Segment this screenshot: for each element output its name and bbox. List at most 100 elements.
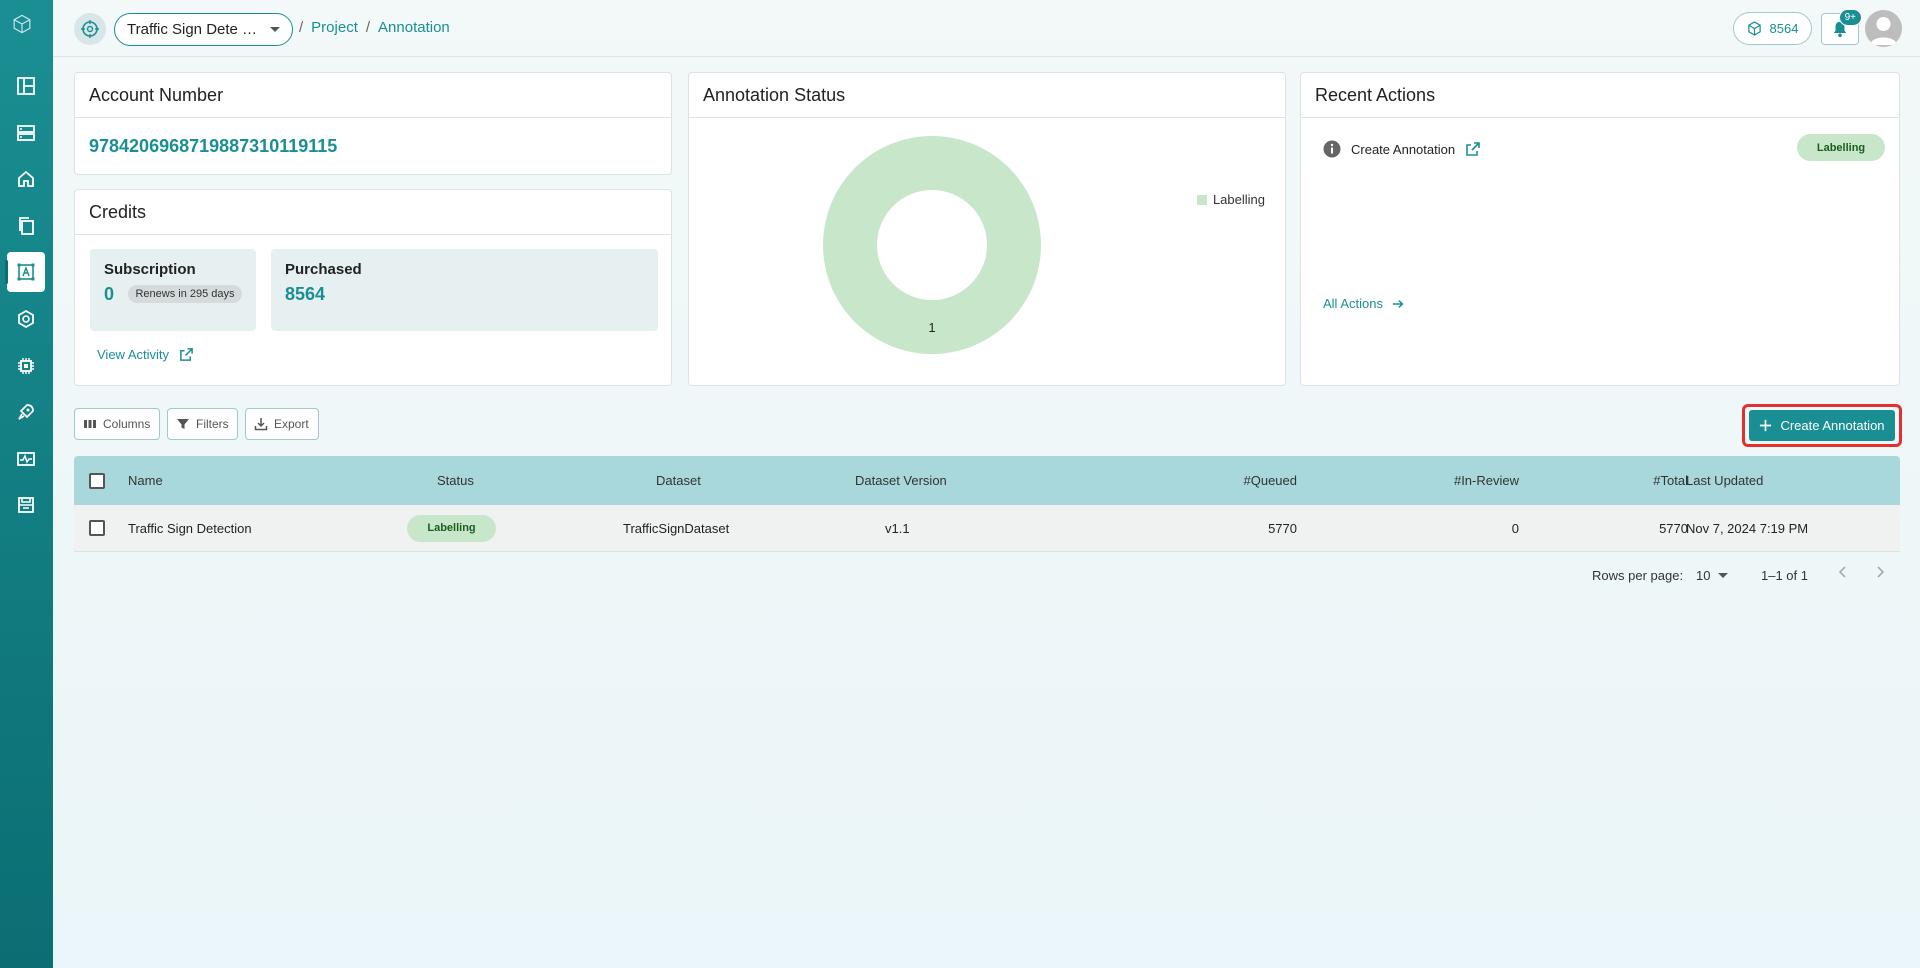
chip-icon[interactable] — [7, 346, 45, 386]
select-all-checkbox-cell — [89, 456, 105, 505]
columns-button[interactable]: Columns — [74, 408, 160, 440]
prev-page-button[interactable] — [1837, 566, 1849, 581]
table-header: Name Status Dataset Dataset Version #Que… — [74, 456, 1900, 505]
user-icon — [1870, 17, 1897, 45]
filters-button[interactable]: Filters — [167, 408, 238, 440]
header-total[interactable]: #Total — [1594, 456, 1688, 505]
header-name[interactable]: Name — [128, 456, 163, 505]
cube-icon — [1747, 21, 1761, 36]
rows-per-page-value: 10 — [1696, 568, 1711, 583]
breadcrumb-annotation[interactable]: Annotation — [378, 19, 450, 36]
status-badge: Labelling — [407, 514, 496, 542]
notifications-button[interactable]: 9+ — [1821, 9, 1862, 45]
monitor-icon[interactable] — [7, 439, 45, 479]
credits-chip-value: 8564 — [1769, 21, 1799, 36]
view-activity-label: View Activity — [97, 347, 170, 362]
header-dataset-version[interactable]: Dataset Version — [855, 456, 947, 505]
avatar[interactable] — [1865, 10, 1902, 47]
annotation-status-card: Annotation Status 1 Labelling — [688, 72, 1286, 386]
storage-icon[interactable] — [7, 113, 45, 153]
cell-last-updated: Nov 7, 2024 7:19 PM — [1686, 520, 1809, 536]
row-checkbox[interactable] — [89, 520, 105, 536]
credits-chip[interactable]: 8564 — [1733, 12, 1812, 45]
recent-actions-title: Recent Actions — [1301, 73, 1899, 118]
header-dataset[interactable]: Dataset — [656, 456, 701, 505]
arrow-right-icon — [1392, 299, 1404, 308]
chart-legend: Labelling — [1196, 192, 1265, 207]
annotations-table: Name Status Dataset Dataset Version #Que… — [74, 456, 1900, 552]
header-status[interactable]: Status — [437, 456, 474, 505]
columns-label: Columns — [103, 417, 151, 431]
breadcrumb-project[interactable]: Project — [311, 19, 358, 36]
recent-actions-card: Recent Actions Create Annotation Labelli… — [1300, 72, 1900, 386]
row-checkbox-cell — [89, 505, 105, 551]
app-logo-icon[interactable] — [12, 14, 40, 42]
project-icon — [74, 13, 106, 45]
cell-status: Labelling — [407, 505, 496, 551]
plus-icon — [1760, 419, 1772, 432]
purchased-value: 8564 — [285, 284, 326, 304]
annotation-status-chart: 1 — [822, 136, 1041, 354]
subscription-label: Subscription — [104, 261, 196, 278]
chevron-down-icon — [270, 27, 280, 32]
breadcrumb-separator: / — [365, 19, 371, 36]
files-icon[interactable] — [7, 206, 45, 246]
reports-icon[interactable] — [7, 485, 45, 525]
header-queued[interactable]: #Queued — [1169, 456, 1298, 505]
credits-card: Credits Subscription 0 Renews in 295 day… — [74, 189, 672, 386]
recent-actions-body: Create Annotation Labelling All Actions — [1301, 118, 1899, 386]
top-bar: Traffic Sign Dete … / Project / Annotati… — [53, 0, 1920, 57]
table-row[interactable]: Traffic Sign Detection Labelling Traffic… — [74, 505, 1900, 552]
model-icon[interactable] — [7, 299, 45, 339]
annotation-status-title: Annotation Status — [689, 73, 1285, 118]
info-icon — [1323, 140, 1341, 158]
cell-in-review: 0 — [1511, 520, 1519, 536]
select-all-checkbox[interactable] — [89, 472, 105, 489]
project-select[interactable]: Traffic Sign Dete … — [114, 13, 293, 46]
chevron-left-icon — [1838, 566, 1846, 578]
purchased-box: Purchased 8564 — [271, 249, 658, 331]
donut-slice-label: 1 — [928, 320, 935, 335]
subscription-box: Subscription 0 Renews in 295 days — [90, 249, 256, 331]
cell-name[interactable]: Traffic Sign Detection — [128, 505, 252, 551]
notification-badge: 9+ — [1838, 9, 1862, 26]
download-icon — [254, 418, 268, 431]
account-card-title: Account Number — [75, 73, 671, 118]
export-label: Export — [274, 417, 309, 431]
dashboard-icon[interactable] — [7, 66, 45, 106]
chevron-down-icon — [1718, 573, 1729, 578]
rows-per-page-select[interactable]: 10 — [1696, 568, 1729, 583]
breadcrumb: / Project / Annotation — [299, 19, 450, 36]
legend-swatch — [1196, 194, 1207, 205]
view-activity-link[interactable]: View Activity — [97, 347, 194, 362]
recent-action-label: Create Annotation — [1351, 141, 1456, 157]
header-in-review[interactable]: #In-Review — [1374, 456, 1519, 505]
create-annotation-label: Create Annotation — [1780, 418, 1885, 433]
recent-action-item: Create Annotation — [1323, 140, 1481, 158]
all-actions-link[interactable]: All Actions — [1323, 296, 1405, 311]
project-select-value: Traffic Sign Dete … — [127, 21, 258, 38]
export-button[interactable]: Export — [245, 408, 319, 440]
header-last-updated[interactable]: Last Updated — [1686, 456, 1763, 505]
annotation-icon[interactable] — [5, 252, 45, 292]
home-icon[interactable] — [7, 159, 45, 199]
create-annotation-button[interactable]: Create Annotation — [1749, 410, 1895, 441]
external-link-icon[interactable] — [1465, 141, 1481, 157]
pagination-range: 1–1 of 1 — [1761, 568, 1808, 583]
filter-icon — [177, 419, 189, 429]
chevron-right-icon — [1877, 566, 1885, 578]
account-card: Account Number 9784206968719887310119115 — [74, 72, 672, 175]
account-number: 9784206968719887310119115 — [89, 136, 338, 156]
breadcrumb-separator: / — [299, 19, 304, 36]
all-actions-label: All Actions — [1323, 296, 1383, 311]
rocket-icon[interactable] — [7, 392, 45, 432]
legend-label: Labelling — [1212, 192, 1265, 207]
subscription-value: 0 — [104, 284, 115, 304]
credits-card-title: Credits — [75, 190, 671, 235]
next-page-button[interactable] — [1874, 566, 1886, 581]
filters-label: Filters — [196, 417, 229, 431]
renews-chip: Renews in 295 days — [128, 285, 242, 303]
sidebar — [0, 0, 53, 968]
cell-total: 5770 — [1659, 520, 1688, 536]
columns-icon — [84, 420, 96, 428]
